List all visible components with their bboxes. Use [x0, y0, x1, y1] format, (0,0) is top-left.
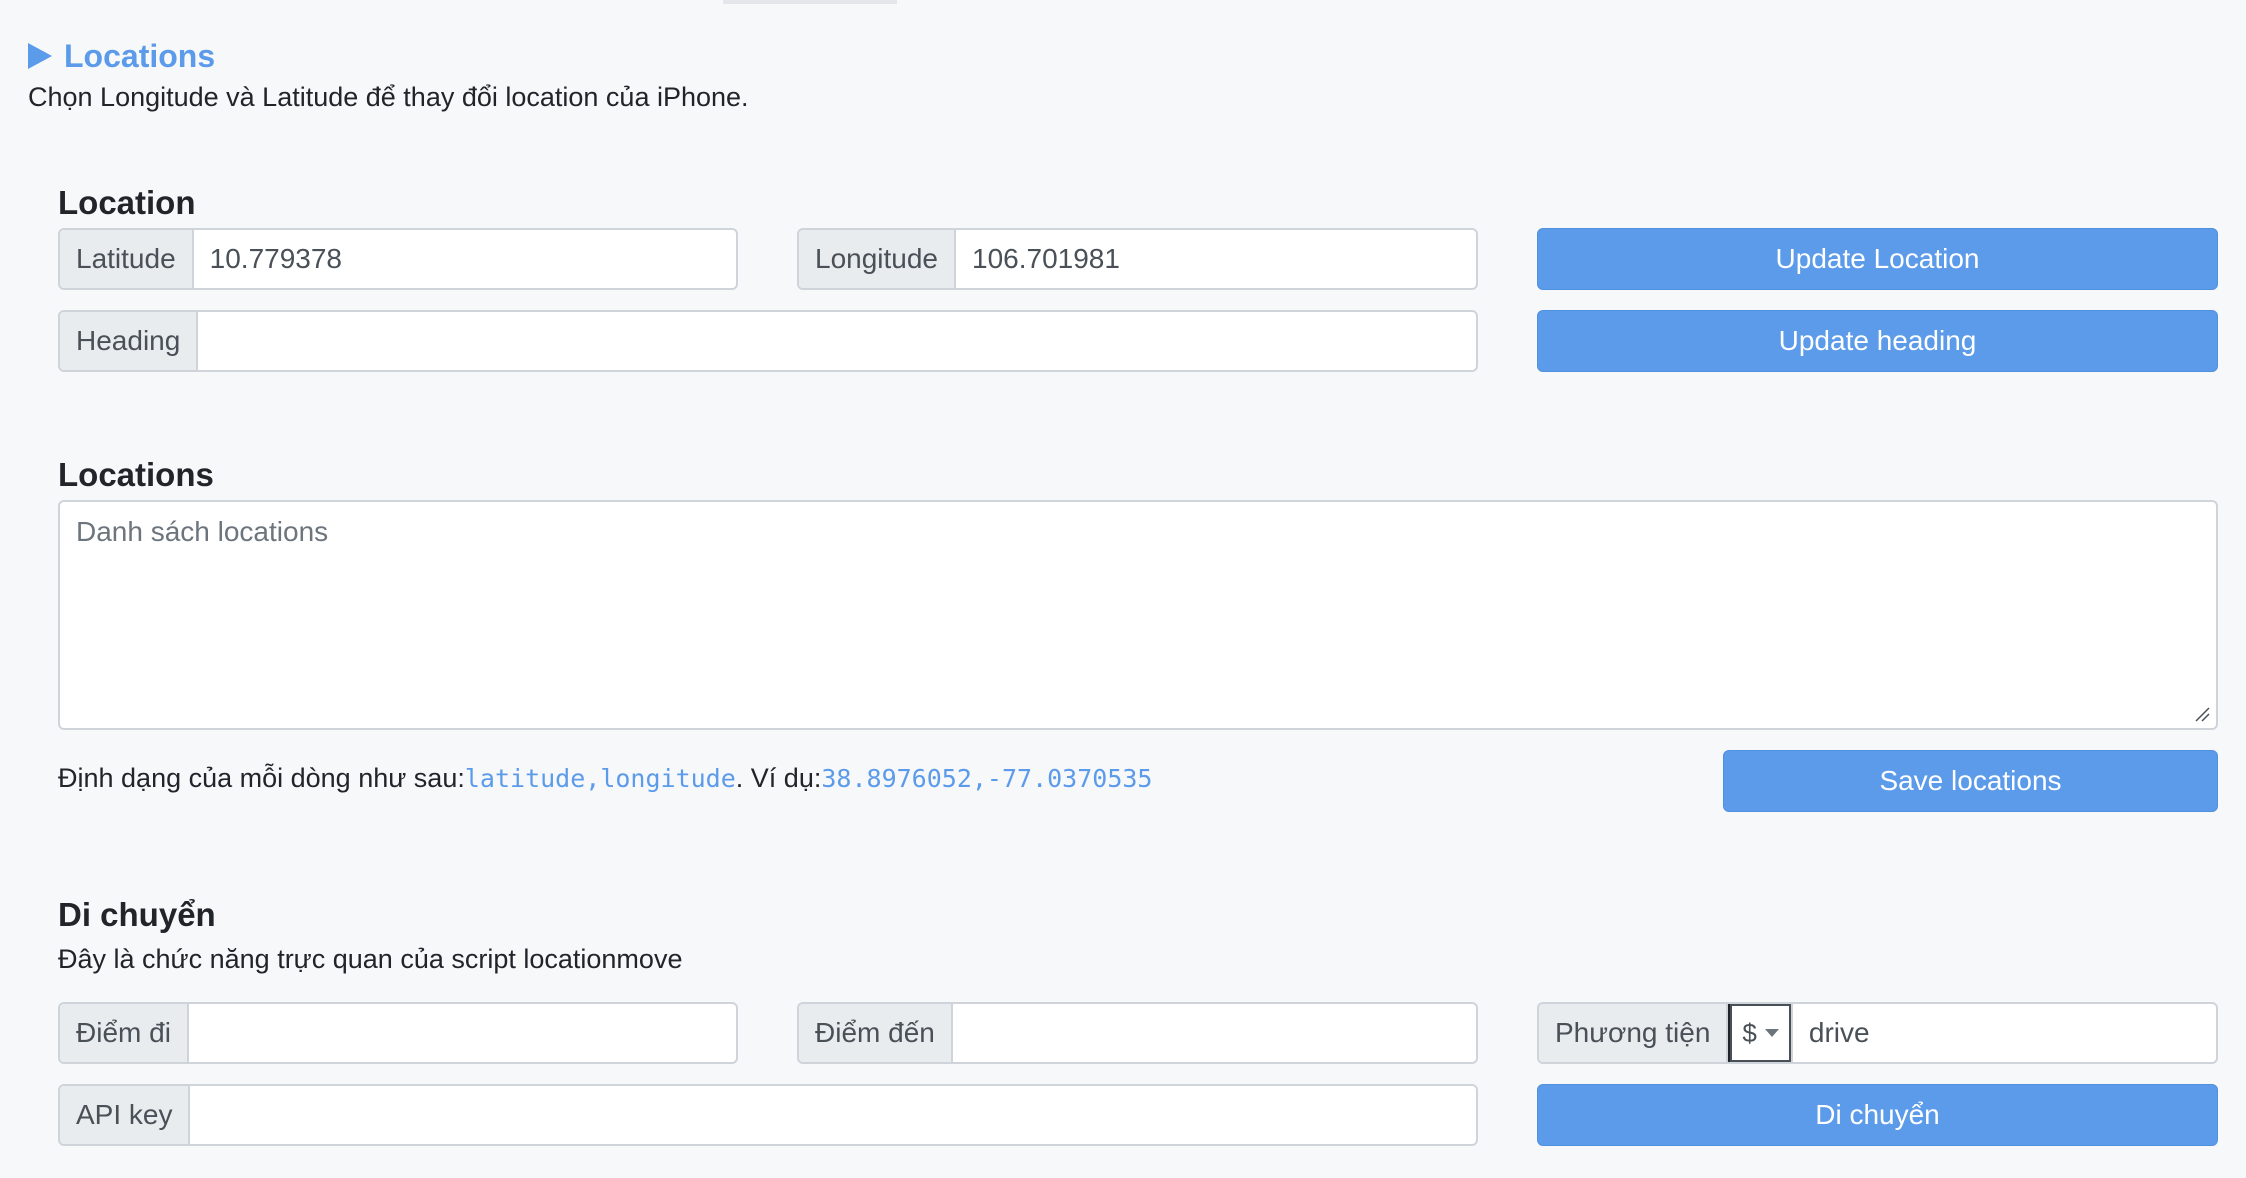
- latitude-group: Latitude 10.779378: [58, 228, 738, 290]
- latitude-label: Latitude: [60, 230, 194, 288]
- move-section-title: Di chuyển: [58, 896, 216, 933]
- format-prefix: Định dạng của mỗi dòng như sau:: [58, 762, 465, 793]
- format-hint: Định dạng của mỗi dòng như sau: latitude…: [58, 758, 1153, 798]
- longitude-label: Longitude: [799, 230, 957, 288]
- heading-label: Heading: [60, 312, 199, 370]
- triangle-right-icon: [28, 43, 52, 69]
- move-button[interactable]: Di chuyển: [1537, 1084, 2218, 1146]
- latitude-input[interactable]: 10.779378: [194, 230, 736, 288]
- api-key-group: API key: [58, 1084, 1478, 1146]
- example-prefix: . Ví dụ:: [735, 762, 822, 793]
- from-input[interactable]: [189, 1004, 736, 1062]
- locations-section-title: Locations: [58, 456, 214, 493]
- example-code: 38.8976052,-77.0370535: [821, 763, 1153, 793]
- locations-summary-toggle[interactable]: Locations: [28, 34, 215, 78]
- to-group: Điểm đến: [797, 1002, 1478, 1064]
- heading-input[interactable]: [198, 312, 1476, 370]
- longitude-input[interactable]: 106.701981: [956, 230, 1476, 288]
- caret-down-icon: [1764, 1029, 1779, 1037]
- update-location-button[interactable]: Update Location: [1537, 228, 2218, 290]
- update-heading-button[interactable]: Update heading: [1537, 310, 2218, 372]
- longitude-group: Longitude 106.701981: [797, 228, 1478, 290]
- vehicle-group: Phương tiện $ drive: [1537, 1002, 2218, 1064]
- heading-group: Heading: [58, 310, 1478, 372]
- format-code: latitude,longitude: [464, 763, 736, 793]
- vehicle-input[interactable]: drive: [1793, 1004, 2216, 1062]
- top-tab-stub: [723, 0, 897, 4]
- summary-title: Locations: [64, 37, 216, 74]
- from-label: Điểm đi: [60, 1004, 189, 1062]
- api-key-input[interactable]: [190, 1086, 1476, 1144]
- to-input[interactable]: [953, 1004, 1476, 1062]
- to-label: Điểm đến: [799, 1004, 953, 1062]
- move-description: Đây là chức năng trực quan của script lo…: [58, 944, 683, 974]
- intro-text: Chọn Longitude và Latitude để thay đổi l…: [28, 82, 749, 112]
- vehicle-select-value: $: [1742, 1017, 1757, 1048]
- api-key-label: API key: [60, 1086, 191, 1144]
- locations-placeholder: Danh sách locations: [76, 516, 329, 547]
- locations-textarea[interactable]: Danh sách locations: [58, 500, 2218, 730]
- vehicle-label: Phương tiện: [1539, 1004, 1729, 1062]
- location-section-title: Location: [58, 184, 196, 221]
- vehicle-select[interactable]: $: [1728, 1004, 1793, 1062]
- from-group: Điểm đi: [58, 1002, 738, 1064]
- save-locations-button[interactable]: Save locations: [1723, 750, 2218, 812]
- resize-grip-icon[interactable]: [2194, 706, 2210, 722]
